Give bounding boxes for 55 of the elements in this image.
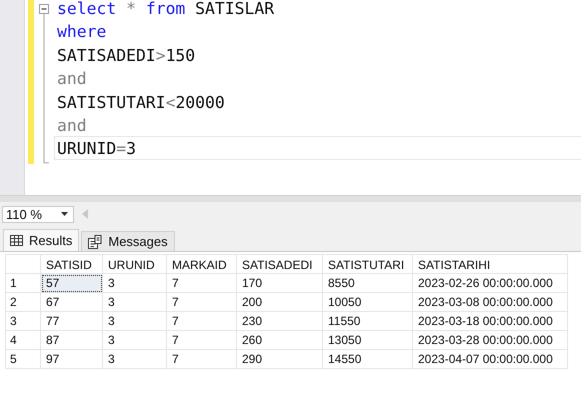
table-cell[interactable]: 3 xyxy=(102,312,166,330)
table-cell[interactable]: 57 xyxy=(40,274,102,292)
code-line: and xyxy=(56,114,88,136)
table-cell[interactable]: 2023-04-07 00:00:00.000 xyxy=(412,350,568,368)
column-header[interactable]: URUNID xyxy=(102,254,166,274)
table-cell[interactable]: 7 xyxy=(166,350,236,368)
row-number: 4 xyxy=(6,330,40,350)
table-cell[interactable]: 290 xyxy=(236,350,322,368)
collapse-icon[interactable] xyxy=(39,4,50,164)
row-number: 3 xyxy=(6,312,40,330)
table-cell[interactable]: 8550 xyxy=(322,274,412,292)
code-line: URUNID=3 xyxy=(54,136,581,160)
code-line: select * from SATISLAR xyxy=(56,0,276,20)
table-cell[interactable]: 230 xyxy=(236,312,322,330)
scroll-left-icon[interactable] xyxy=(82,209,88,219)
table-cell[interactable]: 3 xyxy=(102,350,166,368)
table-cell[interactable]: 14550 xyxy=(322,350,412,368)
table-cell[interactable]: 260 xyxy=(236,330,322,350)
table-cell[interactable]: 3 xyxy=(102,292,166,312)
table-cell[interactable]: 7 xyxy=(166,330,236,350)
caret-icon xyxy=(61,212,68,216)
table-cell[interactable]: 2023-03-18 00:00:00.000 xyxy=(412,312,568,330)
tab[interactable]: Messages xyxy=(81,231,175,251)
zoom-dropdown[interactable]: 110 % xyxy=(2,206,74,222)
table-cell[interactable]: 7 xyxy=(166,312,236,330)
row-number: 5 xyxy=(6,350,40,368)
code-line: SATISADEDI>150 xyxy=(56,44,196,66)
table-cell[interactable]: 97 xyxy=(40,350,102,368)
splitter-bar[interactable] xyxy=(0,195,581,202)
column-header[interactable]: SATISTARIHI xyxy=(412,254,568,274)
table-cell[interactable]: 2023-03-08 00:00:00.000 xyxy=(412,292,568,312)
table-cell[interactable]: 77 xyxy=(40,312,102,330)
table-cell[interactable]: 10050 xyxy=(322,292,412,312)
table-cell[interactable]: 3 xyxy=(102,330,166,350)
table-cell[interactable]: 11550 xyxy=(322,312,412,330)
code-line: where xyxy=(56,21,108,43)
table-cell[interactable]: 13050 xyxy=(322,330,412,350)
document-icon xyxy=(88,234,102,248)
table-cell[interactable]: 2023-02-26 00:00:00.000 xyxy=(412,274,568,292)
table-cell[interactable]: 170 xyxy=(236,274,322,292)
table-cell[interactable]: 200 xyxy=(236,292,322,312)
row-number: 2 xyxy=(6,292,40,312)
tab[interactable]: Results xyxy=(3,229,80,251)
column-header[interactable]: SATISTUTARI xyxy=(322,254,412,274)
code-line: SATISTUTARI<20000 xyxy=(56,92,226,113)
table-cell[interactable]: 3 xyxy=(102,274,166,292)
column-header[interactable]: MARKAID xyxy=(166,254,236,274)
table-cell[interactable]: 2023-03-28 00:00:00.000 xyxy=(412,330,568,350)
column-header[interactable]: SATISADEDI xyxy=(236,254,322,274)
code-line: and xyxy=(56,68,88,90)
grid-icon xyxy=(10,235,23,246)
table-cell[interactable]: 67 xyxy=(40,292,102,312)
table-cell[interactable]: 7 xyxy=(166,274,236,292)
table-cell[interactable]: 87 xyxy=(40,330,102,350)
table-cell[interactable]: 7 xyxy=(166,292,236,312)
